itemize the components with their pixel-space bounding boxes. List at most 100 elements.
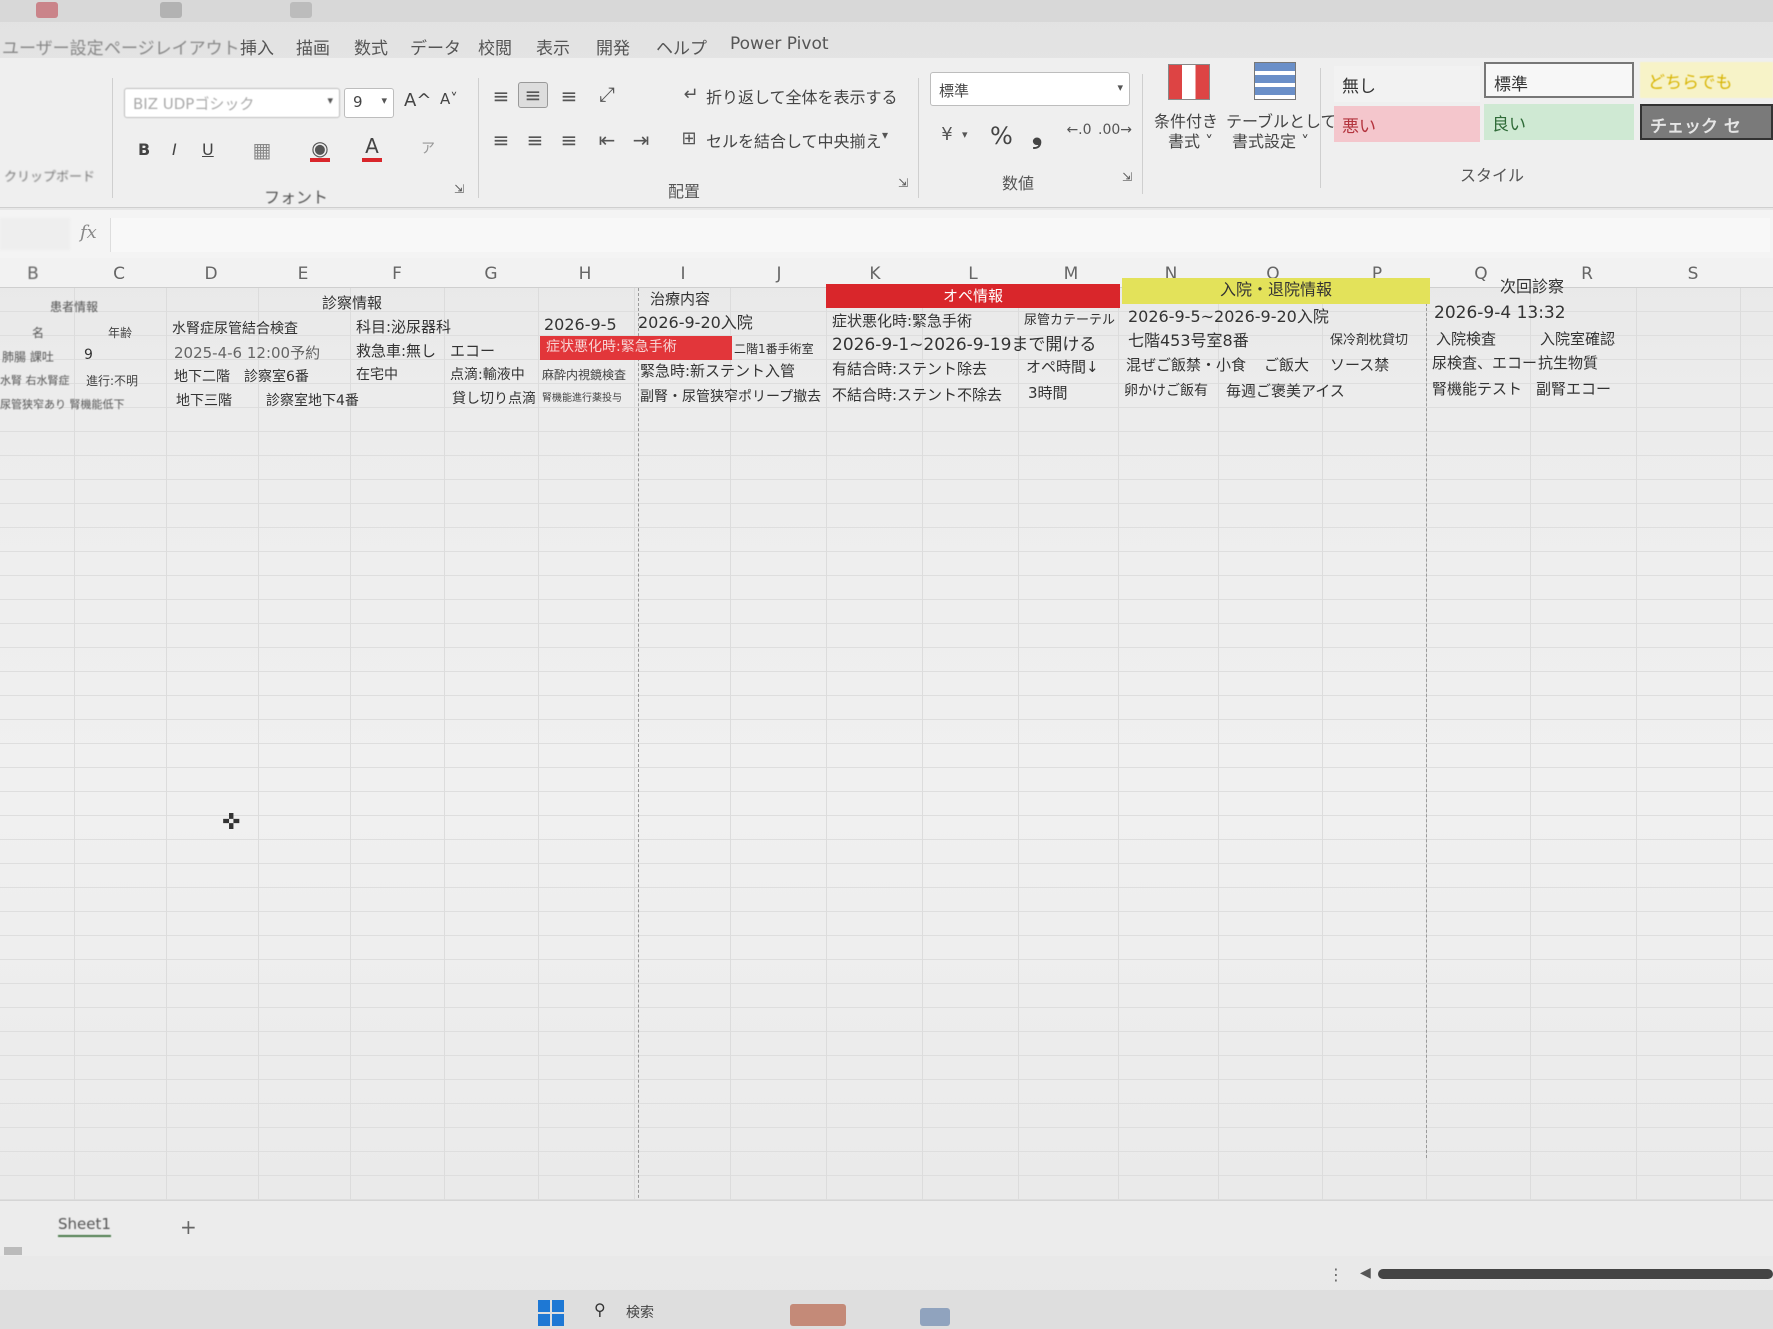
- wrap-text-icon[interactable]: ↵: [680, 84, 702, 105]
- font-size-dropdown[interactable]: 9 ▾: [344, 88, 394, 118]
- cell-r3-k[interactable]: 有結合時:ステント除去: [832, 358, 987, 380]
- column-header-k[interactable]: K: [868, 264, 882, 284]
- column-header-r[interactable]: R: [1580, 264, 1594, 284]
- horizontal-scrollbar[interactable]: [1378, 1269, 1773, 1279]
- fx-icon[interactable]: fx: [80, 222, 97, 243]
- orientation-icon[interactable]: ⤢: [594, 82, 620, 106]
- more-options-icon[interactable]: ⋮: [1328, 1265, 1344, 1284]
- save-icon[interactable]: [36, 2, 58, 18]
- cell-r4-g[interactable]: 貸し切り点滴: [452, 388, 536, 410]
- cell-r2-q[interactable]: 入院検査: [1436, 328, 1496, 350]
- tab-user-settings[interactable]: ユーザー設定: [2, 34, 104, 59]
- column-header-l[interactable]: L: [966, 264, 980, 284]
- cell-r1-h[interactable]: 2026-9-5: [544, 314, 617, 336]
- tab-view[interactable]: 表示: [536, 34, 570, 59]
- formula-input[interactable]: [110, 218, 1770, 252]
- cell-r3-q[interactable]: 尿検査、エコー: [1432, 352, 1537, 374]
- border-icon[interactable]: ▦: [250, 138, 274, 162]
- cell-r2-p[interactable]: 保冷剤枕貸切: [1330, 330, 1408, 352]
- cell-r1-q[interactable]: 2026-9-4 13:32: [1434, 302, 1566, 324]
- column-header-g[interactable]: G: [484, 264, 498, 284]
- align-bottom-icon[interactable]: ≡: [556, 84, 582, 108]
- cell-r3-f[interactable]: 在宅中: [356, 364, 398, 386]
- italic-button[interactable]: I: [172, 140, 177, 159]
- cell-r3-i[interactable]: 緊急時:新ステント入管: [640, 360, 795, 382]
- decrease-decimal-icon[interactable]: .00→: [1098, 122, 1132, 138]
- sheet-tab-sheet1[interactable]: Sheet1: [58, 1215, 111, 1237]
- align-center-icon[interactable]: ≡: [522, 128, 548, 152]
- style-check-cell[interactable]: チェック セ: [1640, 104, 1773, 140]
- format-as-table-line2[interactable]: 書式設定 ˅: [1232, 128, 1309, 152]
- tab-insert[interactable]: 挿入: [240, 34, 274, 59]
- align-left-icon[interactable]: ≡: [488, 128, 514, 152]
- cell-r1-d[interactable]: 水腎症尿管結合検査: [172, 318, 298, 340]
- cell-r2-r[interactable]: 入院室確認: [1540, 328, 1615, 350]
- cell-r3-h[interactable]: 麻酔内視鏡検査: [542, 364, 626, 386]
- column-header-s[interactable]: S: [1686, 264, 1700, 284]
- add-sheet-button[interactable]: +: [180, 1215, 197, 1239]
- undo-icon[interactable]: [160, 2, 182, 18]
- cell-r4-b[interactable]: 尿管狭窄あり 腎機能低下: [0, 394, 125, 416]
- number-format-dropdown[interactable]: 標準 ▾: [930, 72, 1130, 106]
- cell-r4-i[interactable]: 副腎・尿管狭窄ポリープ撤去: [640, 386, 821, 408]
- merge-icon[interactable]: ⊞: [678, 128, 700, 149]
- column-header-i[interactable]: I: [676, 264, 690, 284]
- percent-button[interactable]: %: [990, 122, 1013, 150]
- format-as-table-icon[interactable]: [1254, 62, 1296, 100]
- grow-font-button[interactable]: A^: [404, 90, 431, 111]
- section-patient-info[interactable]: 患者情報: [50, 296, 98, 318]
- currency-icon[interactable]: ¥: [934, 124, 960, 145]
- cell-r3-c[interactable]: 進行:不明: [86, 370, 138, 392]
- increase-decimal-icon[interactable]: ←.0: [1064, 122, 1094, 138]
- cell-r4-d[interactable]: 地下三階: [176, 390, 232, 412]
- wrap-text-button[interactable]: 折り返して全体を表示する: [706, 84, 898, 108]
- taskbar-app-icon[interactable]: [790, 1304, 846, 1326]
- cell-r3-b[interactable]: 水腎 右水腎症: [0, 370, 70, 392]
- cell-r1-m[interactable]: 尿管カテーテル: [1024, 310, 1115, 332]
- column-header-d[interactable]: D: [204, 264, 218, 284]
- taskbar-app-icon[interactable]: [920, 1308, 950, 1326]
- shrink-font-button[interactable]: A˅: [440, 90, 458, 108]
- merge-center-button[interactable]: セルを結合して中央揃え: [706, 128, 882, 152]
- column-header-h[interactable]: H: [578, 264, 592, 284]
- cell-r1-c[interactable]: 年齢: [108, 322, 132, 344]
- cell-r2-h[interactable]: 症状悪化時:緊急手術: [540, 336, 732, 360]
- chevron-down-icon[interactable]: ▾: [962, 128, 968, 141]
- column-header-c[interactable]: C: [112, 264, 126, 284]
- comma-button[interactable]: ❟: [1032, 120, 1042, 151]
- tab-page-layout[interactable]: ページレイアウト: [104, 34, 240, 59]
- cell-r4-n[interactable]: 卵かけご飯有: [1124, 380, 1208, 402]
- tab-help[interactable]: ヘルプ: [656, 34, 707, 59]
- cell-r1-f[interactable]: 科目:泌尿器科: [356, 316, 451, 338]
- column-header-m[interactable]: M: [1062, 264, 1080, 284]
- windows-start-icon[interactable]: [538, 1300, 564, 1326]
- cell-r2-b[interactable]: 肺腸 課吐: [2, 346, 54, 368]
- tab-draw[interactable]: 描画: [296, 34, 330, 59]
- cell-r1-i[interactable]: 2026-9-20入院: [638, 312, 753, 334]
- cell-r1-b[interactable]: 名: [32, 322, 44, 344]
- redo-icon[interactable]: [290, 2, 312, 18]
- scroll-left-icon[interactable]: ◀: [1360, 1265, 1371, 1281]
- cell-r4-h[interactable]: 腎機能進行薬投与: [542, 388, 622, 410]
- align-middle-icon[interactable]: ≡: [518, 82, 548, 108]
- align-right-icon[interactable]: ≡: [556, 128, 582, 152]
- dialog-launcher-icon[interactable]: ⇲: [1122, 170, 1132, 184]
- align-top-icon[interactable]: ≡: [488, 84, 514, 108]
- style-none[interactable]: 無し: [1334, 66, 1480, 102]
- cell-r1-k[interactable]: 症状悪化時:緊急手術: [832, 310, 972, 332]
- tab-data[interactable]: データ: [410, 34, 461, 59]
- cell-r3-e[interactable]: 診察室6番: [244, 366, 309, 388]
- worksheet-grid[interactable]: 患者情報 診察情報 治療内容 オペ情報 入院・退院情報 次回診察 名 年齢 水腎…: [0, 277, 1773, 1228]
- style-standard[interactable]: 標準: [1484, 62, 1634, 98]
- cell-r4-k[interactable]: 不結合時:ステント不除去: [832, 384, 1002, 406]
- cell-r3-g[interactable]: 点滴:輸液中: [450, 364, 525, 386]
- cell-r3-r[interactable]: 抗生物質: [1538, 352, 1598, 374]
- conditional-format-icon[interactable]: [1168, 64, 1210, 100]
- column-header-b[interactable]: B: [26, 264, 40, 284]
- bold-button[interactable]: B: [138, 140, 150, 159]
- cell-r3-o[interactable]: ご飯大: [1264, 354, 1309, 376]
- cell-r3-p[interactable]: ソース禁: [1330, 354, 1389, 376]
- style-neutral[interactable]: どちらでも: [1640, 62, 1773, 98]
- cell-r4-e[interactable]: 診察室地下4番: [266, 390, 359, 412]
- phonetic-icon[interactable]: ア: [418, 138, 438, 158]
